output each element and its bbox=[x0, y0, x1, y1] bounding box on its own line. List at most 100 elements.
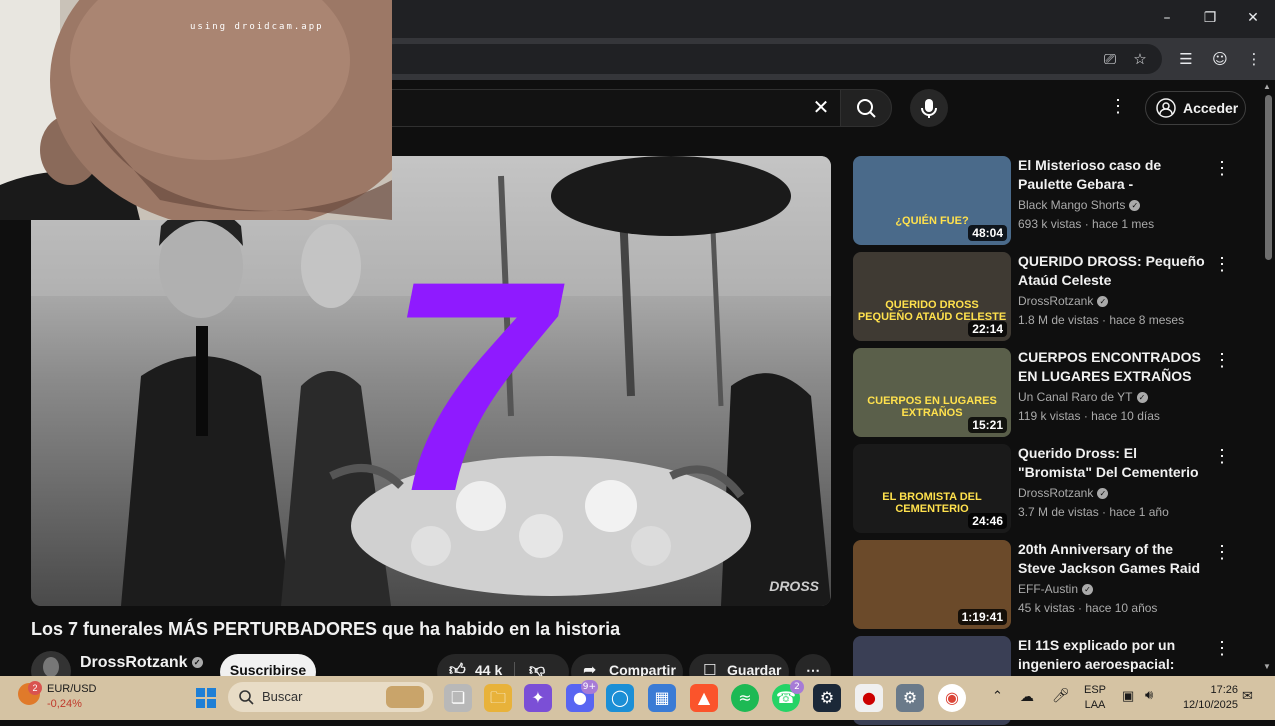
related-channel[interactable]: EFF-Austin ✓ bbox=[1018, 582, 1094, 596]
related-channel-name: DrossRotzank bbox=[1018, 486, 1094, 500]
copilot-icon[interactable]: ✦ bbox=[524, 684, 552, 712]
related-more-icon[interactable]: ⋮ bbox=[1213, 254, 1231, 275]
language-bottom: LAA bbox=[1084, 699, 1106, 711]
ticker-change: -0,24% bbox=[47, 698, 82, 710]
related-channel[interactable]: DrossRotzank ✓ bbox=[1018, 486, 1109, 500]
network-icon[interactable]: ▣ bbox=[1122, 688, 1134, 704]
related-views: 1.8 M de vistas bbox=[1018, 313, 1099, 327]
related-channel[interactable]: DrossRotzank ✓ bbox=[1018, 294, 1109, 308]
webcam-overlay: using droidcam.app bbox=[0, 0, 392, 220]
related-more-icon[interactable]: ⋮ bbox=[1213, 638, 1231, 659]
media-controls-icon[interactable]: ☰ bbox=[1175, 48, 1197, 70]
thumbnail-text: CUERPOS EN LUGARES EXTRAÑOS bbox=[867, 395, 997, 419]
duration-badge: 15:21 bbox=[968, 417, 1007, 433]
microphone-tray-icon[interactable]: 🎤︎ bbox=[1052, 688, 1070, 704]
windows-start-icon[interactable] bbox=[192, 684, 220, 712]
chrome-icon[interactable]: ◉ bbox=[938, 684, 966, 712]
settings-gear-icon[interactable]: ⚙ bbox=[896, 684, 924, 712]
verified-icon: ✓ bbox=[191, 657, 203, 669]
brave-icon[interactable]: ▲ bbox=[690, 684, 718, 712]
related-video-item[interactable]: EL BROMISTA DEL CEMENTERIO 24:46 Querido… bbox=[853, 444, 1233, 534]
browser-menu-icon[interactable]: ⋮ bbox=[1243, 48, 1265, 70]
related-meta: 1.8 M de vistas · hace 8 meses bbox=[1018, 313, 1185, 327]
discord-icon[interactable]: ● 9+ bbox=[566, 680, 598, 712]
related-title[interactable]: QUERIDO DROSS: Pequeño Ataúd Celeste bbox=[1018, 252, 1213, 290]
search-button[interactable] bbox=[840, 89, 892, 127]
related-more-icon[interactable]: ⋮ bbox=[1213, 446, 1231, 467]
webcam-feed bbox=[0, 0, 392, 220]
clock-time[interactable]: 17:26 bbox=[1172, 684, 1238, 696]
address-bar[interactable] bbox=[380, 44, 1162, 74]
ticker-label[interactable]: EUR/USD bbox=[47, 683, 97, 695]
scroll-down-icon[interactable]: ▼ bbox=[1263, 662, 1271, 671]
onedrive-icon[interactable]: ☁ bbox=[1020, 688, 1034, 705]
related-age: hace 1 mes bbox=[1092, 217, 1155, 231]
related-title[interactable]: El 11S explicado por un ingeniero aeroes… bbox=[1018, 636, 1213, 674]
channel-name[interactable]: DrossRotzank ✓ bbox=[80, 654, 203, 672]
scrollbar-thumb[interactable] bbox=[1265, 95, 1272, 260]
overlay-number: 7 bbox=[386, 218, 553, 554]
related-video-item[interactable]: QUERIDO DROSS PEQUEÑO ATAÚD CELESTE 22:1… bbox=[853, 252, 1233, 342]
minimize-icon[interactable]: – bbox=[1157, 8, 1177, 28]
verified-icon: ✓ bbox=[1097, 488, 1109, 500]
restore-icon[interactable]: ❐ bbox=[1200, 8, 1220, 28]
microphone-icon bbox=[921, 99, 937, 118]
language-top[interactable]: ESP bbox=[1080, 684, 1110, 696]
related-title[interactable]: CUERPOS ENCONTRADOS EN LUGARES EXTRAÑOS bbox=[1018, 348, 1213, 386]
store-icon[interactable]: ▦ bbox=[648, 684, 676, 712]
sign-in-button[interactable]: Acceder bbox=[1145, 91, 1246, 125]
related-channel[interactable]: Un Canal Raro de YT ✓ bbox=[1018, 390, 1148, 404]
whatsapp-icon[interactable]: ☎ 2 bbox=[772, 680, 804, 712]
taskbar-search[interactable]: Buscar bbox=[228, 682, 433, 712]
close-window-icon[interactable]: ✕ bbox=[1243, 8, 1263, 28]
profile-icon[interactable]: ☺ bbox=[1209, 48, 1231, 70]
verified-icon: ✓ bbox=[1129, 200, 1141, 212]
related-video-item[interactable]: CUERPOS EN LUGARES EXTRAÑOS 15:21 CUERPO… bbox=[853, 348, 1233, 438]
video-title: Los 7 funerales MÁS PERTURBADORES que ha… bbox=[31, 619, 621, 639]
windows-logo bbox=[196, 688, 216, 708]
recording-app-icon[interactable]: ● bbox=[855, 684, 883, 712]
install-app-icon[interactable]: ⎚ bbox=[1099, 48, 1121, 70]
scroll-up-icon[interactable]: ▲ bbox=[1263, 82, 1271, 91]
search-highlight-image bbox=[386, 686, 424, 708]
thumbnail-text: EL BROMISTA DEL CEMENTERIO bbox=[882, 491, 982, 515]
related-thumbnail[interactable]: 1:19:41 bbox=[853, 540, 1011, 629]
file-explorer-icon[interactable]: 🗀︎ bbox=[484, 684, 512, 712]
related-age: hace 10 días bbox=[1091, 409, 1160, 423]
related-title[interactable]: El Misterioso caso de Paulette Gebara - … bbox=[1018, 156, 1213, 194]
related-more-icon[interactable]: ⋮ bbox=[1213, 542, 1231, 563]
related-thumbnail[interactable]: EL BROMISTA DEL CEMENTERIO 24:46 bbox=[853, 444, 1011, 533]
video-player[interactable]: 7 DROSS bbox=[31, 156, 831, 606]
account-icon bbox=[1156, 98, 1176, 118]
duration-badge: 1:19:41 bbox=[957, 609, 1007, 625]
task-view-icon[interactable]: ❏ bbox=[444, 684, 472, 712]
bookmark-star-icon[interactable]: ☆ bbox=[1129, 48, 1151, 70]
related-channel[interactable]: Black Mango Shorts ✓ bbox=[1018, 198, 1141, 212]
related-channel-name: DrossRotzank bbox=[1018, 294, 1094, 308]
related-video-item[interactable]: ¿QUIÉN FUE? 48:04 El Misterioso caso de … bbox=[853, 156, 1233, 246]
related-more-icon[interactable]: ⋮ bbox=[1213, 350, 1231, 371]
search-input[interactable] bbox=[380, 89, 840, 127]
show-hidden-icons[interactable]: ⌃ bbox=[992, 688, 1003, 704]
spotify-icon[interactable]: ≈ bbox=[731, 684, 759, 712]
sign-in-label: Acceder bbox=[1183, 100, 1239, 116]
related-thumbnail[interactable]: CUERPOS EN LUGARES EXTRAÑOS 15:21 bbox=[853, 348, 1011, 437]
voice-search-button[interactable] bbox=[910, 89, 948, 127]
related-title[interactable]: Querido Dross: El "Bromista" Del Cemente… bbox=[1018, 444, 1213, 482]
related-thumbnail[interactable]: ¿QUIÉN FUE? 48:04 bbox=[853, 156, 1011, 245]
whatsapp-badge: 2 bbox=[790, 680, 804, 694]
settings-more-icon[interactable]: ⋮ bbox=[1108, 96, 1128, 120]
webcam-caption: using droidcam.app bbox=[190, 22, 324, 32]
related-more-icon[interactable]: ⋮ bbox=[1213, 158, 1231, 179]
related-video-item[interactable]: 1:19:41 20th Anniversary of the Steve Ja… bbox=[853, 540, 1233, 630]
clear-search-icon[interactable]: ✕ bbox=[810, 96, 832, 118]
notifications-icon[interactable]: ✉ bbox=[1242, 688, 1253, 704]
related-title[interactable]: 20th Anniversary of the Steve Jackson Ga… bbox=[1018, 540, 1213, 578]
volume-icon[interactable]: 🔊︎ bbox=[1145, 688, 1153, 703]
steam-icon[interactable]: ⚙ bbox=[813, 684, 841, 712]
edge-icon[interactable]: ◯ bbox=[606, 684, 634, 712]
duration-badge: 22:14 bbox=[968, 321, 1007, 337]
widgets-icon[interactable]: 2 bbox=[18, 681, 42, 705]
channel-watermark: DROSS bbox=[769, 578, 819, 594]
related-thumbnail[interactable]: QUERIDO DROSS PEQUEÑO ATAÚD CELESTE 22:1… bbox=[853, 252, 1011, 341]
